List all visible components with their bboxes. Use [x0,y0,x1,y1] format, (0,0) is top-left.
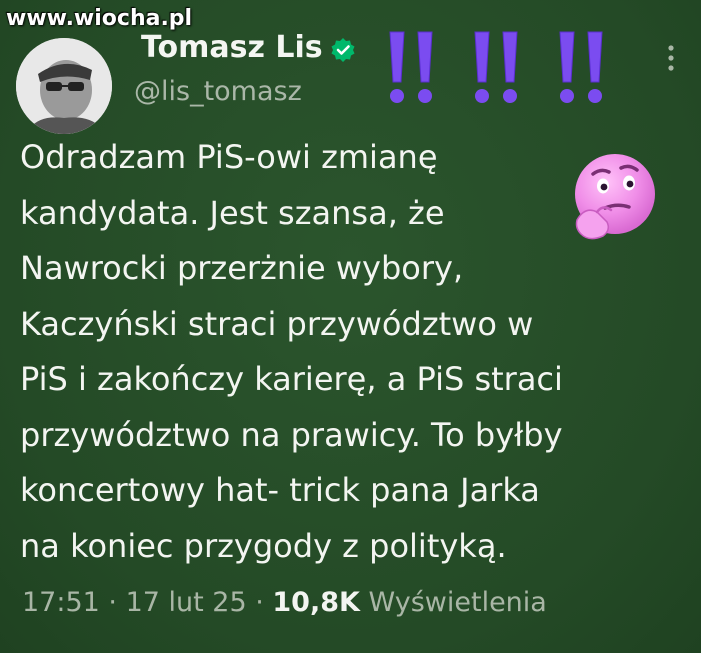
tweet-line: przywództwo na prawicy. To byłby [20,415,563,454]
double-exclamation-icon [389,31,433,103]
tweet-line: Kaczyński straci przywództwo w [20,304,534,343]
tweet-line: na koniec przygody z polityką. [20,526,507,565]
views-count: 10,8K [272,587,360,618]
tweet-line: PiS i zakończy karierę, a PiS straci [20,360,563,398]
tweet-date[interactable]: 17 lut 25 [126,587,247,618]
author-handle[interactable]: @lis_tomasz [134,76,302,107]
avatar[interactable] [16,38,112,134]
more-options-icon[interactable] [666,44,676,72]
tweet-time[interactable]: 17:51 [22,587,100,618]
tweet-line: Odradzam PiS-owi zmianę [20,138,438,176]
tweet-text: Odradzam PiS-owi zmianę kandydata. Jest … [20,130,685,574]
avatar-photo-icon [16,38,112,134]
watermark: www.wiocha.pl [6,6,193,31]
separator: · [99,587,126,618]
tweet-meta: 17:51 · 17 lut 25 · 10,8K Wyświetlenia [22,587,547,618]
verified-badge-icon [331,38,355,62]
tweet-line: koncertowy hat- trick pana Jarka [20,471,540,509]
separator: · [246,587,273,618]
tweet-screenshot: www.wiocha.pl Tomasz Lis @lis_tomasz Odr… [0,0,701,653]
double-exclamation-icon [559,31,603,103]
tweet-line: Nawrocki przerżnie wybory, [20,249,464,287]
views-label: Wyświetlenia [359,587,547,618]
double-exclamation-icon [474,31,518,103]
author-name[interactable]: Tomasz Lis [141,30,323,65]
tweet-line: kandydata. Jest szansa, że [20,193,445,232]
